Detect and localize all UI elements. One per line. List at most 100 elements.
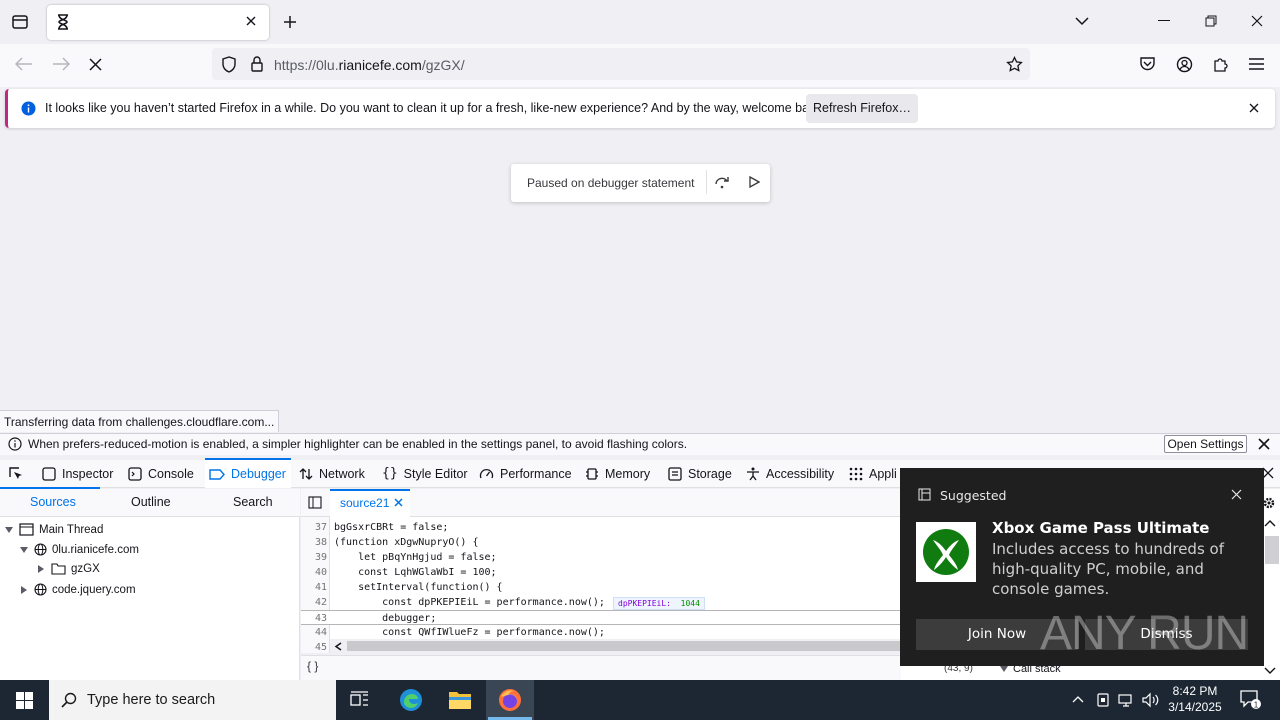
tab-performance[interactable]: Performance (479, 460, 572, 488)
notification-center-icon[interactable]: 1 (1240, 690, 1262, 710)
search-icon (61, 692, 77, 708)
style-editor-icon: {} (382, 466, 398, 481)
window-icon (19, 523, 34, 536)
infobar-close-icon[interactable] (1258, 438, 1270, 450)
svg-text:1: 1 (1254, 701, 1259, 710)
subtab-outline[interactable]: Outline (131, 495, 171, 509)
status-panel: Transferring data from challenges.cloudf… (0, 410, 280, 432)
network-tray-icon[interactable] (1118, 692, 1135, 708)
paused-code-line: 43 debugger; (301, 610, 901, 625)
list-all-tabs-icon[interactable] (1074, 15, 1090, 27)
file-explorer-icon[interactable] (448, 689, 472, 711)
volume-icon[interactable] (1142, 692, 1159, 708)
globe-icon (34, 583, 47, 596)
scroll-down-icon[interactable] (1264, 667, 1276, 675)
devtools-info-icon (8, 437, 22, 451)
task-view-icon[interactable] (350, 691, 369, 709)
tab-application[interactable]: Appli (849, 460, 897, 488)
new-tab-icon[interactable] (282, 14, 298, 30)
source-tab-close-icon[interactable] (394, 498, 403, 507)
tab-debugger[interactable]: Debugger (205, 460, 291, 488)
open-settings-button[interactable]: Open Settings (1164, 435, 1247, 453)
tree-main-thread[interactable]: Main Thread (4, 523, 103, 536)
hamburger-menu-icon[interactable] (1249, 58, 1264, 70)
notification-close-icon[interactable] (1249, 103, 1259, 113)
toast-body: Includes access to hundreds of high-qual… (992, 540, 1224, 598)
extensions-puzzle-icon[interactable] (1212, 56, 1229, 73)
paused-message: Paused on debugger statement (527, 176, 695, 190)
collapsed-arrow-icon (21, 585, 27, 594)
windows-start-icon[interactable] (16, 692, 33, 709)
subtab-sources[interactable]: Sources (30, 495, 76, 509)
tab-accessibility[interactable]: Accessibility (746, 460, 834, 488)
bookmark-star-icon[interactable] (1006, 56, 1023, 73)
close-window-icon[interactable] (1251, 15, 1263, 27)
vertical-scrollbar-thumb[interactable] (1265, 536, 1279, 564)
tab-close-icon[interactable] (245, 15, 257, 27)
taskbar-clock[interactable]: 8:42 PM 3/14/2025 (1160, 683, 1230, 715)
expanded-arrow-icon (20, 546, 28, 553)
devtools-info-message: When prefers-reduced-motion is enabled, … (28, 437, 688, 451)
expanded-arrow-icon (1000, 666, 1008, 672)
stop-loading-icon[interactable] (89, 58, 102, 71)
pretty-print-button[interactable]: { } (307, 659, 318, 673)
tree-domain[interactable]: 0lu.rianicefe.com (19, 543, 139, 556)
code-line: 39 let pBqYnHgjud = false; (314, 552, 497, 563)
accessibility-icon (747, 467, 759, 481)
element-picker-icon[interactable] (8, 466, 24, 482)
tray-chevron-up-icon[interactable] (1072, 695, 1084, 703)
toggle-sidebar-icon[interactable] (308, 496, 322, 509)
tray-device-icon[interactable] (1096, 692, 1110, 708)
active-tab-indicator (205, 458, 291, 460)
tree-jquery[interactable]: code.jquery.com (19, 583, 136, 596)
restore-icon[interactable] (1205, 15, 1217, 27)
collapsed-arrow-icon (38, 565, 44, 573)
storage-icon (668, 467, 682, 481)
resume-icon[interactable] (749, 176, 760, 188)
tab-inspector[interactable]: Inspector (42, 460, 113, 488)
loading-hourglass-icon (56, 14, 70, 30)
tab-network[interactable]: Network (299, 460, 365, 488)
settings-gear-icon[interactable] (1262, 496, 1276, 510)
toast-close-icon[interactable] (1231, 489, 1242, 500)
tab-memory[interactable]: Memory (585, 460, 650, 488)
scroll-up-icon[interactable] (1264, 519, 1276, 527)
code-line: 42 const dpPKEPIEiL = performance.now(); (314, 597, 605, 608)
forward-arrow-icon[interactable] (52, 57, 70, 71)
subtab-search[interactable]: Search (233, 495, 273, 509)
network-icon (299, 468, 313, 480)
expanded-arrow-icon (5, 526, 13, 533)
xbox-logo-icon (916, 522, 976, 582)
tab-style-editor[interactable]: {} Style Editor (382, 460, 468, 488)
tree-folder[interactable]: gzGX (36, 563, 100, 575)
suggested-icon (918, 488, 931, 501)
globe-icon (34, 543, 47, 556)
firefox-view-icon[interactable] (11, 13, 29, 31)
pocket-icon[interactable] (1139, 56, 1156, 72)
tab-console[interactable]: Console (128, 460, 194, 488)
code-line: 37 bgGsxrCBRt = false; (314, 522, 449, 533)
browser-tab[interactable] (47, 5, 269, 40)
info-icon (21, 101, 36, 116)
code-line: 40 const LqhWGlaWbI = 100; (314, 567, 497, 578)
scrollbar-thumb[interactable] (347, 641, 901, 651)
memory-icon (586, 468, 598, 480)
back-arrow-icon[interactable] (15, 57, 33, 71)
account-icon[interactable] (1176, 56, 1193, 73)
edge-icon[interactable] (399, 688, 423, 712)
inspector-icon (42, 467, 56, 481)
step-over-icon[interactable] (714, 175, 730, 189)
debugger-icon (209, 468, 225, 480)
tab-storage[interactable]: Storage (668, 460, 732, 488)
anyrun-watermark: ANY RUN (1040, 607, 1249, 660)
source-tab-label: source21 (340, 496, 390, 510)
minimize-icon[interactable] (1158, 20, 1170, 22)
refresh-firefox-button[interactable]: Refresh Firefox… (806, 94, 918, 123)
performance-icon (479, 468, 494, 479)
firefox-icon (498, 688, 522, 712)
scroll-left-icon[interactable] (334, 642, 342, 651)
url-text[interactable]: https://0lu.rianicefe.com/gzGX/ (274, 57, 465, 73)
tracking-protection-shield-icon[interactable] (221, 56, 237, 73)
lock-icon[interactable] (250, 56, 264, 72)
code-line: 44 const QWfIWlueFz = performance.now(); (314, 627, 605, 638)
